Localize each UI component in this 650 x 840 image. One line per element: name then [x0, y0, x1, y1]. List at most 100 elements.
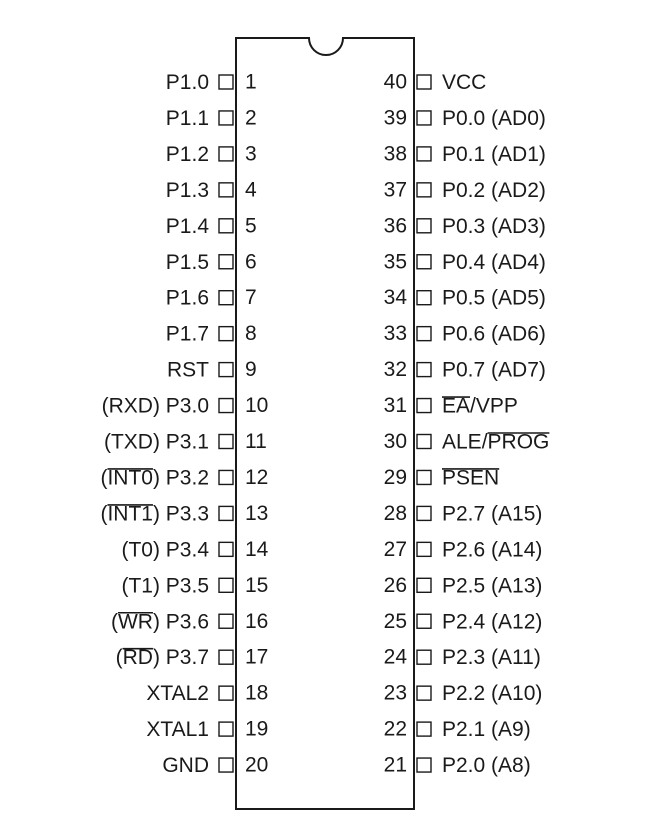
pin-14-number: 14 [245, 538, 269, 561]
left-pin-18: 18 XTAL2 [146, 682, 268, 705]
dip40-pinout-diagram: 1 P1.0 2 P1.1 3 P1.2 4 P1.3 5 P1.4 6 P1.5 7 P1.6 8 P1.7… [100, 37, 550, 810]
left-pin-12-label-part: ( [100, 466, 107, 489]
pin-36-number: 36 [384, 214, 407, 237]
pin-1-pad [218, 74, 234, 90]
left-pin-7-label: P1.6 [166, 286, 209, 309]
pin-23-pad [416, 685, 432, 701]
right-pin-35-label: P0.4 (AD4) [442, 250, 546, 273]
left-pin-13-label-part: ) P3.3 [153, 502, 209, 525]
left-pin-20: 20 GND [162, 754, 268, 777]
left-pin-1-label-part: P1.0 [166, 71, 209, 94]
right-pin-28-label: P2.7 (A15) [442, 502, 542, 525]
pin-8-pad [218, 325, 234, 342]
pin-20-number: 20 [245, 754, 268, 777]
left-pin-19: 19 XTAL1 [146, 718, 268, 741]
pin-3-number: 3 [245, 142, 257, 165]
left-pin-17-label-part: ) P3.7 [153, 646, 209, 669]
left-pin-3-label: P1.2 [166, 142, 209, 165]
pin-8-number: 8 [245, 322, 257, 345]
pin-30-number: 30 [384, 430, 407, 453]
right-pin-32-label-part: P0.7 (AD7) [442, 358, 546, 381]
right-pin-35-label-part: P0.4 (AD4) [442, 250, 546, 273]
right-pin-29: 29 PSEN [384, 466, 500, 489]
pin-12-number: 12 [245, 466, 268, 489]
left-pin-10-label: (RXD) P3.0 [102, 394, 209, 417]
pin-18-number: 18 [245, 682, 268, 705]
pin-37-pad [416, 182, 432, 198]
pin-15-number: 15 [245, 574, 268, 597]
pin-26-number: 26 [384, 574, 407, 597]
right-pin-31-label-part: /VPP [470, 394, 518, 417]
left-pin-17-label-part: ( [116, 646, 123, 669]
right-pin-39-label-part: P0.0 (AD0) [442, 106, 546, 129]
right-pin-36-label: P0.3 (AD3) [442, 214, 546, 237]
right-pin-37-label: P0.2 (AD2) [442, 178, 546, 201]
pin-17-number: 17 [245, 646, 268, 669]
pin-11-number: 11 [245, 430, 267, 453]
left-pin-15-label-part: (T1) P3.5 [121, 574, 209, 597]
left-pin-2-label: P1.1 [166, 106, 209, 129]
right-pin-36-label-part: P0.3 (AD3) [442, 214, 546, 237]
right-pin-40: 40 VCC [384, 71, 487, 94]
left-pin-4-label: P1.3 [166, 178, 209, 201]
pin-16-number: 16 [245, 610, 268, 633]
right-pin-32-label: P0.7 (AD7) [442, 358, 546, 381]
right-pin-34-label-part: P0.5 (AD5) [442, 286, 546, 309]
pin-25-number: 25 [384, 610, 407, 633]
pin-32-number: 32 [384, 358, 407, 381]
pin-35-number: 35 [384, 250, 407, 273]
right-pin-26-label: P2.5 (A13) [442, 574, 542, 597]
pin-10-pad [218, 397, 234, 414]
pin-25-pad [416, 613, 432, 629]
right-pin-40-label-part: VCC [442, 71, 486, 94]
pin-28-number: 28 [384, 502, 407, 525]
right-pin-39-label: P0.0 (AD0) [442, 106, 546, 129]
pin-7-number: 7 [245, 286, 257, 309]
pin-29-pad [416, 469, 432, 486]
pin-39-pad [416, 110, 432, 126]
right-pin-25-label-part: P2.4 (A12) [442, 610, 542, 633]
pin-6-number: 6 [245, 250, 257, 273]
right-pin-21-label: P2.0 (A8) [442, 754, 531, 777]
pin-39-number: 39 [384, 106, 407, 129]
pin-3-pad [218, 146, 234, 162]
left-pin-12-label-part: ) P3.2 [153, 466, 209, 489]
pin-21-pad [416, 757, 432, 773]
pin-4-pad [218, 182, 234, 198]
pin-16-pad [218, 613, 234, 629]
right-pin-22-label: P2.1 (A9) [442, 718, 531, 741]
left-pin-5-label-part: P1.4 [166, 214, 210, 237]
left-pin-8-label: P1.7 [166, 322, 209, 345]
left-pin-13-label-part: ( [100, 502, 107, 525]
left-pin-14: 14 (T0) P3.4 [121, 538, 268, 561]
pin-12-pad [218, 469, 234, 486]
left-pin-8-label-part: P1.7 [166, 322, 209, 345]
right-pin-30-label-part: ALE/ [442, 430, 488, 453]
pin-9-pad [218, 361, 234, 378]
right-pin-22: 22 P2.1 (A9) [384, 718, 531, 741]
left-pin-20-label-part: GND [162, 754, 209, 777]
right-pin-27-label-part: P2.6 (A14) [442, 538, 542, 561]
pin-4-number: 4 [245, 178, 257, 201]
left-pin-6-label: P1.5 [166, 250, 209, 273]
pin-36-pad [416, 218, 432, 234]
pin-11-pad [218, 433, 234, 450]
pin-22-number: 22 [384, 718, 407, 741]
right-pin-33-label: P0.6 (AD6) [442, 322, 546, 345]
pin-1-number: 1 [245, 71, 257, 94]
pin-24-number: 24 [384, 646, 408, 669]
right-pin-38-label: P0.1 (AD1) [442, 142, 546, 165]
pin-29-number: 29 [384, 466, 407, 489]
pin-28-pad [416, 505, 432, 522]
left-pin-19-label: XTAL1 [146, 718, 209, 741]
left-pin-16-label-part: ) P3.6 [153, 610, 209, 633]
right-pin-28-label-part: P2.7 (A15) [442, 502, 542, 525]
right-pin-25-label: P2.4 (A12) [442, 610, 542, 633]
pin-31-number: 31 [384, 394, 407, 417]
pin-40-number: 40 [384, 71, 407, 94]
pin-21-number: 21 [384, 754, 407, 777]
right-pin-40-label: VCC [442, 71, 486, 94]
left-pin-18-label: XTAL2 [146, 682, 209, 705]
pin-24-pad [416, 649, 432, 665]
left-pin-20-label: GND [162, 754, 209, 777]
